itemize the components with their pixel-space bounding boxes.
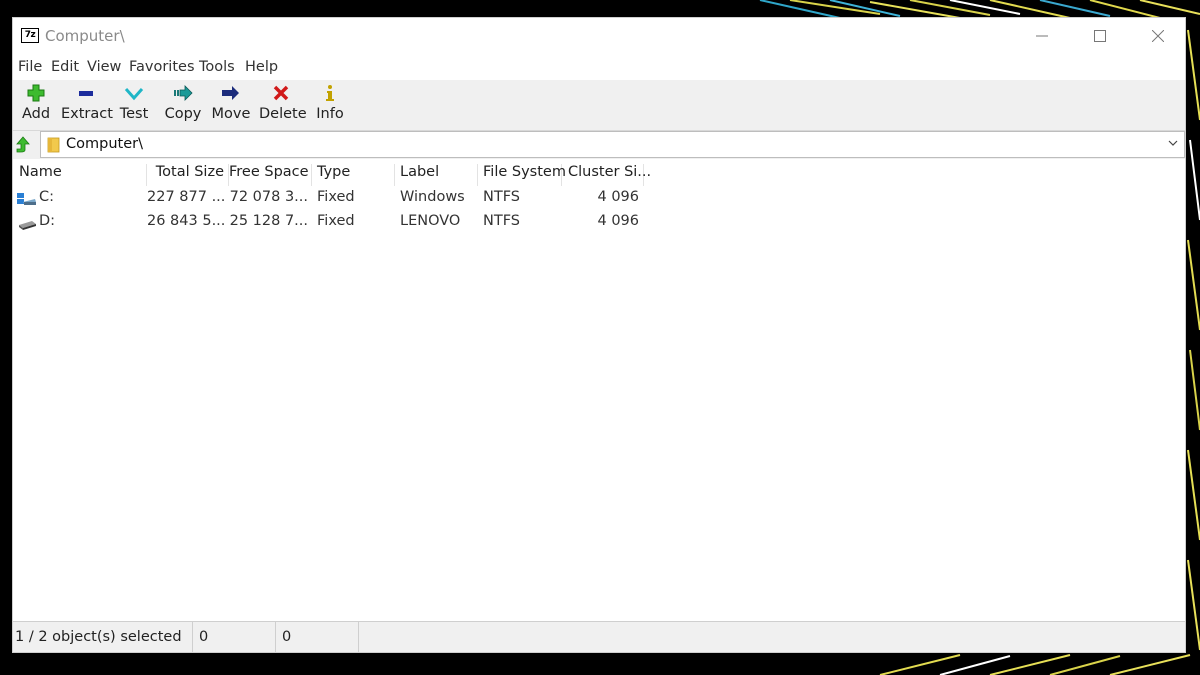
maximize-icon — [1094, 30, 1106, 42]
up-folder-button[interactable] — [15, 136, 33, 154]
system-drive-icon — [17, 193, 36, 205]
column-header-free-space[interactable]: Free Space — [229, 164, 312, 186]
test-button[interactable]: Test — [117, 80, 151, 130]
move-button[interactable]: Move — [211, 80, 251, 130]
chevron-down-icon[interactable] — [1168, 139, 1178, 147]
extract-button[interactable]: Extract — [61, 80, 113, 130]
test-label: Test — [119, 106, 149, 122]
info-icon — [326, 85, 334, 101]
path-text: Computer\ — [66, 136, 143, 152]
up-arrow-icon — [16, 136, 30, 153]
delete-label: Delete — [259, 106, 307, 122]
selection-status: 1 / 2 object(s) selected — [13, 622, 193, 652]
packed-size-status: 0 — [276, 622, 359, 652]
extract-icon — [79, 91, 93, 96]
info-button[interactable]: Info — [315, 80, 345, 130]
label-cell: LENOVO — [400, 213, 461, 229]
file-system-cell: NTFS — [483, 213, 520, 229]
total-size-cell: 227 877 ... — [147, 189, 226, 205]
list-item[interactable]: D: 26 843 5... 25 128 7... Fixed LENOVO … — [13, 211, 653, 235]
size-status: 0 — [193, 622, 276, 652]
status-bar: 1 / 2 object(s) selected 0 0 — [13, 621, 1185, 652]
menu-file[interactable]: File — [18, 59, 42, 75]
drive-name: D: — [39, 213, 56, 229]
app-window: 7z Computer\ File Edit View Favorites To… — [12, 17, 1186, 653]
total-size-cell: 26 843 5... — [147, 213, 226, 229]
file-system-cell: NTFS — [483, 189, 520, 205]
drive-name: C: — [39, 189, 55, 205]
test-icon — [124, 88, 144, 101]
label-cell: Windows — [400, 189, 465, 205]
window-title: Computer\ — [45, 27, 125, 45]
drive-icon — [19, 221, 36, 230]
type-cell: Fixed — [317, 213, 355, 229]
path-combobox[interactable]: Computer\ — [40, 131, 1185, 158]
menu-view[interactable]: View — [87, 59, 121, 75]
minimize-icon — [1036, 35, 1048, 37]
column-header-type[interactable]: Type — [312, 164, 395, 186]
close-button[interactable] — [1129, 18, 1187, 54]
column-header-cluster-size[interactable]: Cluster Si... — [562, 164, 651, 186]
menu-tools[interactable]: Tools — [199, 59, 235, 75]
cluster-size-cell: 4 096 — [597, 213, 639, 229]
free-space-cell: 72 078 3... — [229, 189, 308, 205]
delete-button[interactable]: Delete — [259, 80, 307, 130]
add-label: Add — [21, 106, 51, 122]
menu-edit[interactable]: Edit — [51, 59, 79, 75]
list-item[interactable]: C: 227 877 ... 72 078 3... Fixed Windows… — [13, 187, 653, 211]
delete-icon — [273, 85, 289, 101]
copy-button[interactable]: Copy — [163, 80, 203, 130]
column-header-name[interactable]: Name — [13, 164, 147, 186]
folder-icon — [47, 137, 60, 153]
add-icon — [27, 84, 45, 102]
menu-favorites[interactable]: Favorites — [129, 59, 195, 75]
address-bar: Computer\ — [13, 131, 1185, 159]
column-header-label[interactable]: Label — [395, 164, 478, 186]
add-button[interactable]: Add — [19, 80, 53, 130]
extract-label: Extract — [61, 106, 113, 122]
column-header-total-size[interactable]: Total Size — [147, 164, 229, 186]
title-bar[interactable]: 7z Computer\ — [13, 18, 1185, 54]
info-label: Info — [316, 106, 344, 122]
type-cell: Fixed — [317, 189, 355, 205]
column-header-row: Name Total Size Free Space Type Label Fi… — [13, 162, 1185, 186]
menu-help[interactable]: Help — [245, 59, 278, 75]
cluster-size-cell: 4 096 — [597, 189, 639, 205]
copy-label: Copy — [164, 106, 202, 122]
maximize-button[interactable] — [1071, 18, 1129, 54]
menu-bar: File Edit View Favorites Tools Help — [13, 56, 1185, 81]
minimize-button[interactable] — [1013, 18, 1071, 54]
close-icon — [1152, 30, 1164, 42]
column-header-file-system[interactable]: File System — [478, 164, 566, 186]
toolbar: Add Extract Test Copy Move Delete Info — [13, 80, 1185, 131]
move-icon — [222, 86, 239, 100]
move-label: Move — [211, 106, 251, 122]
free-space-cell: 25 128 7... — [229, 213, 308, 229]
copy-icon — [174, 85, 193, 101]
app-logo-icon: 7z — [21, 28, 39, 43]
